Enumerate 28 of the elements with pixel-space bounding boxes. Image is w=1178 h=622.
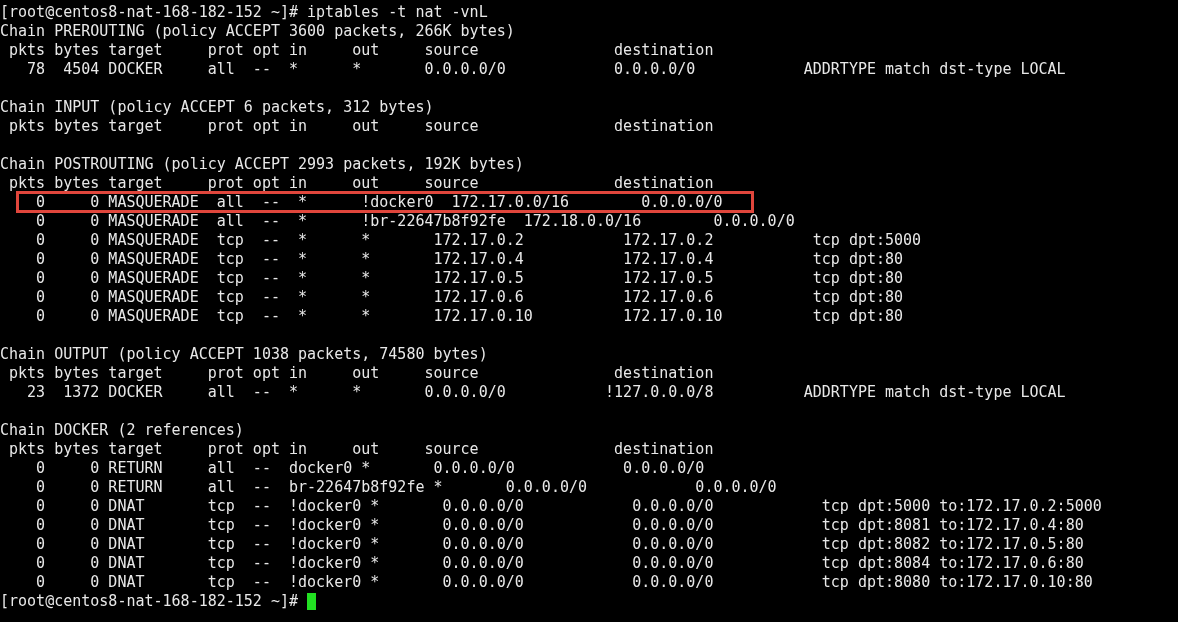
rule-row-text: 0 0 MASQUERADE all -- * !docker0 172.17.0.0/16 0.0.0.0/0 xyxy=(35,193,723,212)
rule-row-text: 0 0 MASQUERADE tcp -- * * 172.17.0.10 172.17.0.10 tcp dpt:80 xyxy=(35,307,904,326)
column-header: pkts bytes target prot opt in out source destination xyxy=(8,440,714,459)
rule-row-text: 0 0 MASQUERADE tcp -- * * 172.17.0.4 172.17.0.4 tcp dpt:80 xyxy=(35,250,904,269)
chain-title: Chain DOCKER (2 references) xyxy=(0,421,244,440)
chain-title: Chain POSTROUTING (policy ACCEPT 2993 packets, 192K bytes) xyxy=(0,155,524,174)
rule-row-text: 78 4504 DOCKER all -- * * 0.0.0.0/0 0.0.0.0/0 ADDRTYPE match dst-type LOCAL xyxy=(26,60,1066,79)
column-header: pkts bytes target prot opt in out source destination xyxy=(8,41,714,60)
rule-row-text: 0 0 MASQUERADE tcp -- * * 172.17.0.2 172.17.0.2 tcp dpt:5000 xyxy=(35,231,922,250)
rule-row-text: 0 0 MASQUERADE tcp -- * * 172.17.0.6 172.17.0.6 tcp dpt:80 xyxy=(35,288,904,307)
column-header: pkts bytes target prot opt in out source destination xyxy=(8,174,714,193)
rule-row-text: 0 0 DNAT tcp -- !docker0 * 0.0.0.0/0 0.0.0.0/0 tcp dpt:8082 to:172.17.0.5:80 xyxy=(35,535,1084,554)
shell-prompt: [root@centos8-nat-168-182-152 ~]# xyxy=(0,592,298,611)
rule-row-text: 23 1372 DOCKER all -- * * 0.0.0.0/0 !127.0.0.0/8 ADDRTYPE match dst-type LOCAL xyxy=(26,383,1066,402)
rule-row-text: 0 0 DNAT tcp -- !docker0 * 0.0.0.0/0 0.0.0.0/0 tcp dpt:8084 to:172.17.0.6:80 xyxy=(35,554,1084,573)
column-header: pkts bytes target prot opt in out source destination xyxy=(8,364,714,383)
rule-row-text: 0 0 RETURN all -- docker0 * 0.0.0.0/0 0.0.0.0/0 xyxy=(35,459,705,478)
rule-row-text: 0 0 DNAT tcp -- !docker0 * 0.0.0.0/0 0.0.0.0/0 tcp dpt:8080 to:172.17.0.10:80 xyxy=(35,573,1093,592)
rule-row-text: 0 0 DNAT tcp -- !docker0 * 0.0.0.0/0 0.0.0.0/0 tcp dpt:8081 to:172.17.0.4:80 xyxy=(35,516,1084,535)
chain-title: Chain PREROUTING (policy ACCEPT 3600 packets, 266K bytes) xyxy=(0,22,515,41)
rule-row-text: 0 0 DNAT tcp -- !docker0 * 0.0.0.0/0 0.0.0.0/0 tcp dpt:5000 to:172.17.0.2:5000 xyxy=(35,497,1102,516)
rule-row-text: 0 0 RETURN all -- br-22647b8f92fe * 0.0.0.0/0 0.0.0.0/0 xyxy=(35,478,777,497)
chain-title: Chain INPUT (policy ACCEPT 6 packets, 312 bytes) xyxy=(0,98,434,117)
rule-row-text: 0 0 MASQUERADE all -- * !br-22647b8f92fe 172.18.0.0/16 0.0.0.0/0 xyxy=(35,212,795,231)
command-line: [root@centos8-nat-168-182-152 ~]# iptables -t nat -vnL xyxy=(0,3,488,22)
column-header: pkts bytes target prot opt in out source destination xyxy=(8,117,714,136)
chain-title: Chain OUTPUT (policy ACCEPT 1038 packets, 74580 bytes) xyxy=(0,345,488,364)
rule-row-text: 0 0 MASQUERADE tcp -- * * 172.17.0.5 172.17.0.5 tcp dpt:80 xyxy=(35,269,904,288)
